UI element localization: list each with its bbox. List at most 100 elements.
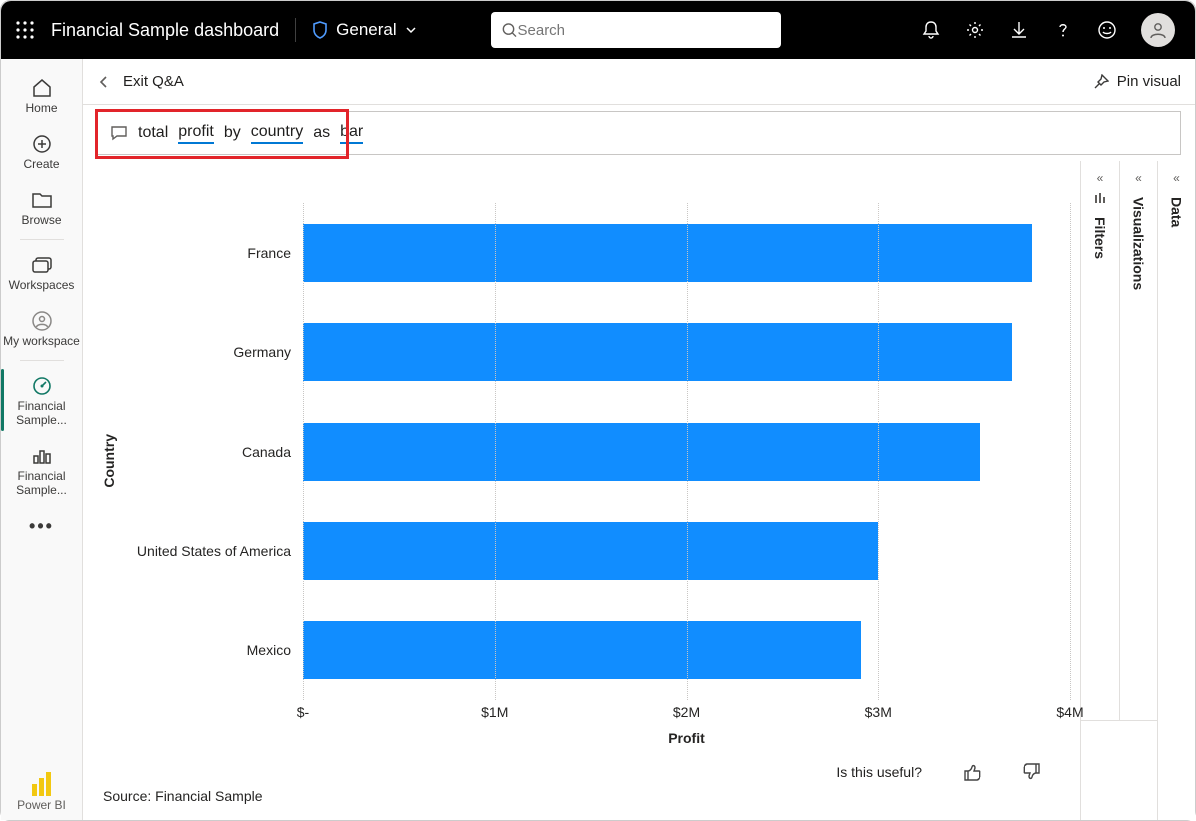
x-tick-label: $1M — [481, 704, 508, 720]
powerbi-label: Power BI — [17, 798, 66, 812]
chevron-collapse-icon: « — [1097, 171, 1104, 185]
nav-item-label: Financial Sample... — [1, 469, 82, 497]
side-panes: « Filters « Visualizations « Data — [1080, 161, 1195, 820]
category-label: Canada — [123, 402, 303, 501]
bar[interactable] — [303, 621, 861, 679]
nav-workspaces[interactable]: Workspaces — [1, 244, 82, 300]
global-search[interactable] — [491, 12, 781, 48]
gridline — [303, 203, 304, 700]
data-label: Data — [1169, 193, 1185, 227]
smiley-icon — [1097, 20, 1117, 40]
nav-home[interactable]: Home — [1, 67, 82, 123]
chat-icon — [110, 124, 128, 142]
shield-icon — [312, 21, 328, 39]
category-label: United States of America — [123, 501, 303, 600]
filters-label: Filters — [1092, 213, 1108, 259]
back-button[interactable] — [97, 75, 111, 89]
waffle-icon — [16, 21, 34, 39]
gauge-icon — [31, 375, 53, 397]
gridline — [878, 203, 879, 700]
person-circle-icon — [31, 310, 53, 332]
qna-token: profit — [178, 123, 214, 144]
visualizations-pane[interactable]: « Visualizations — [1119, 161, 1157, 721]
x-tick-label: $3M — [865, 704, 892, 720]
app-launcher-button[interactable] — [13, 18, 37, 42]
notifications-button[interactable] — [921, 20, 941, 40]
nav-item-label: Financial Sample... — [1, 399, 82, 427]
nav-create-label: Create — [1, 157, 82, 171]
nav-financial-dashboard[interactable]: Financial Sample... — [1, 365, 82, 435]
gridline — [1070, 203, 1071, 700]
category-label: France — [123, 203, 303, 302]
pin-visual-label: Pin visual — [1117, 73, 1181, 90]
nav-workspaces-label: Workspaces — [1, 278, 82, 292]
sensitivity-label: General — [336, 20, 396, 40]
nav-create[interactable]: Create — [1, 123, 82, 179]
qna-token: by — [224, 124, 241, 143]
qna-token: as — [313, 124, 330, 143]
data-pane[interactable]: « Data — [1157, 161, 1195, 820]
ellipsis-icon: ••• — [1, 513, 82, 539]
home-icon — [31, 77, 53, 99]
nav-browse[interactable]: Browse — [1, 179, 82, 235]
bar-chart-icon — [31, 445, 53, 467]
visual-canvas: Country FranceGermanyCanadaUnited States… — [83, 161, 1080, 820]
nav-financial-report[interactable]: Financial Sample... — [1, 435, 82, 505]
workspaces-icon — [30, 255, 54, 275]
divider — [295, 18, 296, 42]
qna-token: country — [251, 123, 303, 144]
dashboard-title: Financial Sample dashboard — [51, 20, 279, 41]
search-input[interactable] — [518, 22, 771, 39]
x-tick-label: $2M — [673, 704, 700, 720]
x-tick-label: $- — [297, 704, 309, 720]
bar-chart: Country FranceGermanyCanadaUnited States… — [101, 173, 1070, 748]
gridline — [495, 203, 496, 700]
thumbs-up-button[interactable] — [962, 762, 982, 782]
qna-input[interactable]: total profit by country as bar — [97, 111, 1181, 155]
nav-my-workspace[interactable]: My workspace — [1, 300, 82, 356]
x-axis-label: Profit — [303, 726, 1070, 748]
nav-my-workspace-label: My workspace — [1, 334, 82, 348]
x-tick-label: $4M — [1056, 704, 1083, 720]
feedback-bar: Is this useful? — [101, 748, 1070, 788]
category-label: Mexico — [123, 601, 303, 700]
settings-button[interactable] — [965, 20, 985, 40]
qna-token: bar — [340, 123, 363, 144]
pin-visual-button[interactable]: Pin visual — [1093, 73, 1181, 90]
filters-pane[interactable]: « Filters — [1081, 161, 1119, 721]
powerbi-icon — [32, 770, 52, 796]
gridline — [687, 203, 688, 700]
bell-icon — [921, 20, 941, 40]
y-axis-label: Country — [101, 434, 117, 488]
powerbi-brand[interactable]: Power BI — [17, 770, 66, 812]
sensitivity-dropdown[interactable]: General — [312, 20, 416, 40]
download-icon — [1009, 20, 1029, 40]
bar[interactable] — [303, 323, 1012, 381]
account-button[interactable] — [1141, 13, 1175, 47]
divider — [20, 239, 64, 240]
divider — [20, 360, 64, 361]
sub-header: Exit Q&A Pin visual — [83, 59, 1195, 105]
nav-more[interactable]: ••• — [1, 505, 82, 547]
search-icon — [501, 21, 518, 39]
filter-mini-icon — [1094, 193, 1106, 205]
nav-home-label: Home — [1, 101, 82, 115]
chevron-collapse-icon: « — [1173, 171, 1180, 185]
feedback-button[interactable] — [1097, 20, 1117, 40]
app-topbar: Financial Sample dashboard General — [1, 1, 1195, 59]
annotation-highlight-box — [95, 109, 349, 159]
exit-qna-link[interactable]: Exit Q&A — [123, 73, 184, 90]
chevron-left-icon — [97, 75, 111, 89]
nav-browse-label: Browse — [1, 213, 82, 227]
folder-icon — [31, 190, 53, 210]
chevron-down-icon — [405, 24, 417, 36]
bar[interactable] — [303, 224, 1032, 282]
plus-circle-icon — [31, 133, 53, 155]
chevron-collapse-icon: « — [1135, 171, 1142, 185]
download-button[interactable] — [1009, 20, 1029, 40]
main-content: Exit Q&A Pin visual total profit by coun… — [83, 59, 1195, 820]
thumbs-down-button[interactable] — [1022, 762, 1042, 782]
bar[interactable] — [303, 522, 878, 580]
left-nav: Home Create Browse Workspaces My workspa… — [1, 59, 83, 820]
help-button[interactable] — [1053, 20, 1073, 40]
